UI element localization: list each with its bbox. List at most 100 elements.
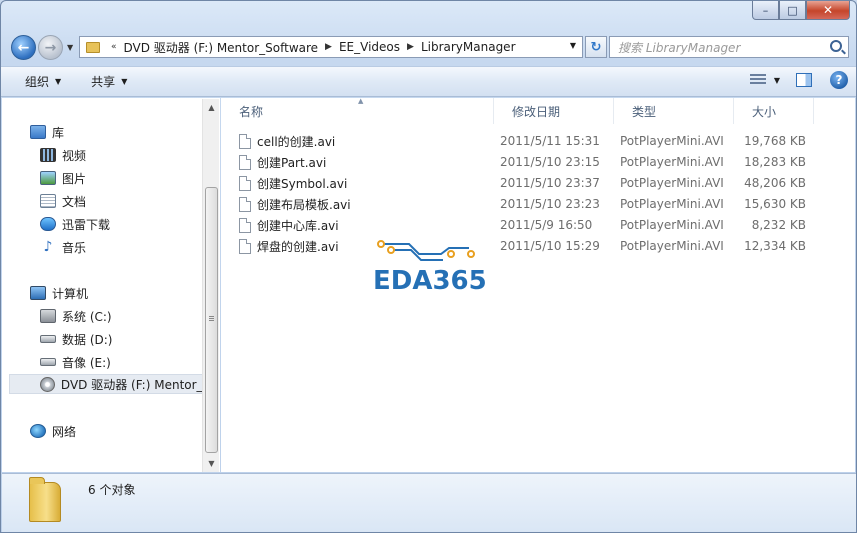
file-row[interactable]: 创建Part.avi 2011/5/10 23:15 PotPlayerMini… [239, 152, 819, 172]
search-input[interactable]: 搜索 LibraryManager [609, 36, 849, 58]
logo-text: EDA365 [373, 266, 487, 296]
nav-music-label: 音乐 [62, 240, 87, 255]
close-button[interactable]: ✕ [806, 1, 850, 20]
nav-pictures-label: 图片 [62, 171, 87, 186]
nav-documents[interactable]: 文档 [40, 191, 86, 211]
maximize-button[interactable]: □ [779, 1, 806, 20]
file-size: 48,206 KB [744, 176, 806, 190]
file-list: 名称 ▲ 修改日期 类型 大小 cell的创建.avi 2011/5/11 15… [221, 97, 855, 472]
file-row[interactable]: 创建中心库.avi 2011/5/9 16:50 PotPlayerMini.A… [239, 215, 819, 235]
file-name: 创建中心库.avi [257, 218, 339, 233]
nav-videos[interactable]: 视频 [40, 145, 86, 165]
column-header-name[interactable]: 名称 ▲ [221, 97, 494, 124]
nav-drive-e-label: 音像 (E:) [62, 355, 111, 370]
nav-drive-d-label: 数据 (D:) [62, 332, 113, 347]
column-header-size[interactable]: 大小 [734, 98, 814, 124]
scroll-up-icon[interactable]: ▲ [203, 99, 220, 116]
nav-library[interactable]: 库 [30, 122, 64, 142]
address-dropdown-icon[interactable]: ▼ [570, 41, 576, 50]
computer-icon [30, 286, 46, 300]
change-view-icon[interactable] [749, 74, 766, 86]
nav-dvd-label: DVD 驱动器 (F:) Mentor_S [60, 377, 202, 392]
preview-pane-icon[interactable] [796, 73, 812, 87]
column-date-label: 修改日期 [512, 104, 561, 119]
chevron-down-icon: ▼ [67, 43, 74, 52]
file-icon [239, 238, 251, 254]
file-icon [239, 154, 251, 170]
arrow-right-icon: → [44, 39, 57, 56]
nav-drive-d[interactable]: 数据 (D:) [40, 329, 112, 349]
file-name-cell: 创建Part.avi [239, 154, 326, 171]
nav-scrollbar[interactable]: ▲ ▼ [202, 99, 219, 472]
address-bar[interactable]: « DVD 驱动器 (F:) Mentor_Software ▶ EE_Vide… [79, 36, 583, 58]
refresh-button[interactable]: ↻ [585, 36, 607, 58]
refresh-icon: ↻ [590, 39, 602, 55]
document-icon [40, 194, 56, 208]
column-header-type[interactable]: 类型 [614, 98, 734, 124]
file-icon [239, 196, 251, 212]
nav-dvd-drive[interactable]: DVD 驱动器 (F:) Mentor_S [9, 374, 203, 394]
minimize-button[interactable]: – [752, 1, 779, 20]
circuit-trace-icon [377, 240, 475, 261]
nav-computer[interactable]: 计算机 [30, 283, 88, 303]
nav-drive-c-label: 系统 (C:) [62, 309, 112, 324]
details-pane: 6 个对象 [2, 473, 856, 532]
file-row[interactable]: 创建Symbol.avi 2011/5/10 23:37 PotPlayerMi… [239, 173, 819, 193]
view-controls: ▼ ? [749, 71, 848, 89]
dvd-icon [40, 376, 55, 392]
file-row[interactable]: 焊盘的创建.avi 2011/5/10 15:29 PotPlayerMini.… [239, 236, 819, 256]
file-name: 创建布局模板.avi [257, 197, 351, 212]
nav-music[interactable]: ♪ 音乐 [40, 237, 86, 257]
file-row[interactable]: 创建布局模板.avi 2011/5/10 23:23 PotPlayerMini… [239, 194, 819, 214]
system-drive-icon [40, 309, 56, 323]
views-dropdown-icon[interactable]: ▼ [774, 76, 780, 85]
breadcrumb-library-manager[interactable]: LibraryManager [421, 40, 516, 54]
search-placeholder: 搜索 LibraryManager [618, 40, 741, 55]
history-chevron[interactable]: « [111, 42, 117, 52]
breadcrumb-separator-icon[interactable]: ▶ [325, 42, 332, 52]
file-size: 19,768 KB [744, 134, 806, 148]
column-header-date[interactable]: 修改日期 [494, 98, 614, 124]
forward-button[interactable]: → [38, 35, 63, 60]
breadcrumb-ee-videos[interactable]: EE_Videos [339, 40, 400, 54]
eda365-watermark-logo: EDA365 [373, 238, 487, 300]
file-name: 创建Part.avi [257, 155, 327, 170]
help-icon[interactable]: ? [830, 71, 848, 89]
file-name: 焊盘的创建.avi [257, 239, 339, 254]
file-date: 2011/5/10 23:15 [500, 155, 600, 169]
organize-button[interactable]: 组织 ▼ [19, 71, 67, 93]
video-icon [40, 148, 56, 162]
nav-pictures[interactable]: 图片 [40, 168, 86, 188]
share-button[interactable]: 共享 ▼ [85, 71, 133, 93]
back-button[interactable]: ← [11, 35, 36, 60]
file-size: 8,232 KB [751, 218, 806, 232]
hard-drive-icon [40, 335, 56, 343]
recent-pages-dropdown[interactable]: ▼ [67, 43, 73, 52]
breadcrumb-dvd-drive[interactable]: DVD 驱动器 (F:) Mentor_Software [124, 39, 319, 56]
explorer-window: – □ ✕ ← → ▼ « DVD 驱动器 (F:) Mentor_Softwa… [0, 0, 857, 533]
file-name-cell: 创建布局模板.avi [239, 196, 351, 213]
nav-thunder-downloads[interactable]: 迅雷下载 [40, 214, 110, 234]
navigation-row: ← → ▼ « DVD 驱动器 (F:) Mentor_Software ▶ E… [9, 32, 850, 62]
music-note-icon: ♪ [43, 239, 53, 255]
file-size: 18,283 KB [744, 155, 806, 169]
nav-network[interactable]: 网络 [30, 421, 76, 441]
nav-drive-c[interactable]: 系统 (C:) [40, 306, 112, 326]
file-date: 2011/5/11 15:31 [500, 134, 600, 148]
share-label: 共享 [91, 75, 116, 89]
sort-ascending-icon: ▲ [358, 97, 364, 105]
navigation-pane: 库 视频 图片 文档 迅雷下载 ♪ 音乐 计算机 系统 (C:) 数据 (D:)… [2, 98, 220, 472]
nav-drive-e[interactable]: 音像 (E:) [40, 352, 111, 372]
file-date: 2011/5/9 16:50 [500, 218, 593, 232]
scroll-down-icon[interactable]: ▼ [203, 455, 220, 472]
breadcrumb-separator-icon[interactable]: ▶ [407, 42, 414, 52]
scroll-thumb[interactable] [205, 187, 218, 453]
nav-videos-label: 视频 [62, 148, 87, 163]
file-size: 15,630 KB [744, 197, 806, 211]
file-row[interactable]: cell的创建.avi 2011/5/11 15:31 PotPlayerMin… [239, 131, 819, 151]
search-icon[interactable] [830, 40, 842, 52]
column-name-label: 名称 [239, 104, 264, 119]
library-icon [30, 125, 46, 139]
nav-library-label: 库 [52, 125, 65, 140]
file-icon [239, 217, 251, 233]
